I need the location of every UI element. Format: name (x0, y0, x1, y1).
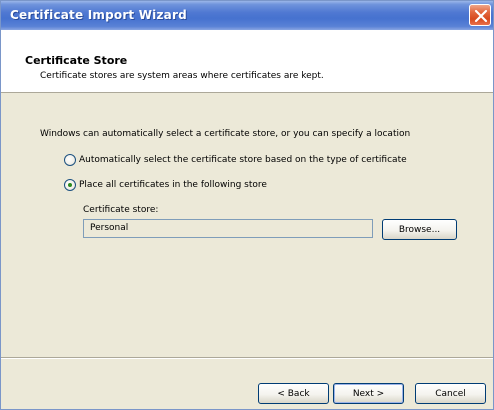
radio-place-in-store[interactable]: Place all certificates in the following … (64, 178, 267, 191)
window-title: Certificate Import Wizard (10, 8, 187, 22)
back-button[interactable]: < Back (258, 383, 329, 404)
intro-text: Windows can automatically select a certi… (40, 129, 411, 139)
radio-label-auto: Automatically select the certificate sto… (79, 154, 407, 165)
cancel-button[interactable]: Cancel (415, 383, 486, 404)
close-button[interactable] (469, 4, 491, 26)
browse-button[interactable]: Browse... (382, 219, 457, 240)
radio-label-place: Place all certificates in the following … (79, 179, 267, 190)
page-title: Certificate Store (25, 54, 128, 67)
certificate-store-label: Certificate store: (83, 205, 159, 215)
header-panel: Certificate Store Certificate stores are… (1, 30, 493, 93)
radio-button-checked[interactable] (64, 178, 76, 191)
radio-auto-select[interactable]: Automatically select the certificate sto… (64, 153, 407, 166)
certificate-store-field[interactable]: Personal (83, 219, 373, 238)
page-subtitle: Certificate stores are system areas wher… (40, 71, 324, 81)
footer-separator (1, 357, 493, 359)
close-icon (474, 9, 488, 23)
wizard-window: Certificate Import Wizard Certificate St… (0, 0, 494, 410)
radio-button-unchecked[interactable] (64, 153, 76, 166)
title-bar[interactable]: Certificate Import Wizard (1, 1, 493, 30)
next-button[interactable]: Next > (333, 383, 404, 404)
